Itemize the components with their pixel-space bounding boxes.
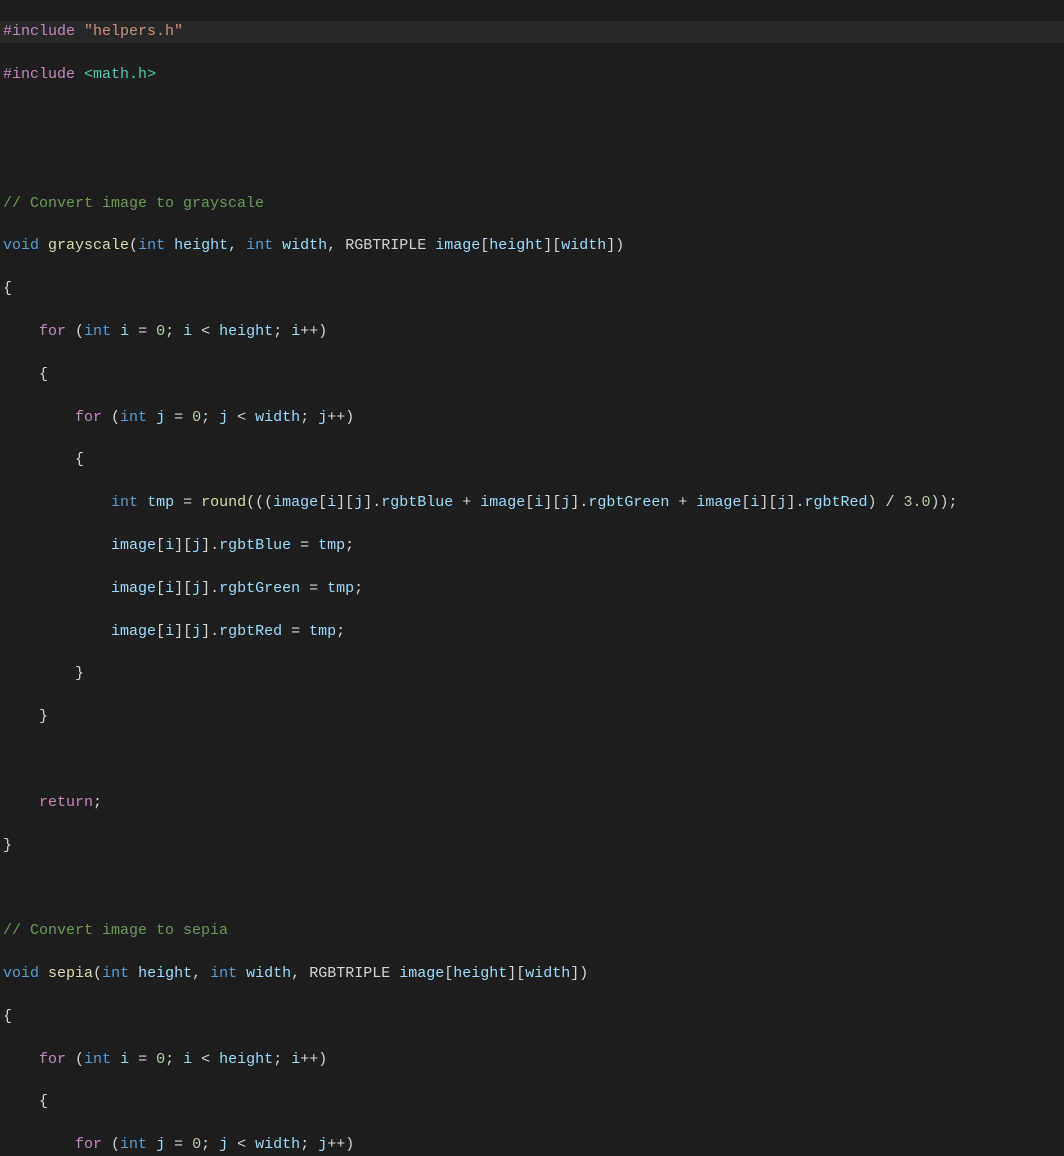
code-line[interactable]: #include <math.h>	[0, 64, 1064, 85]
code-line[interactable]: {	[0, 449, 1064, 470]
code-line[interactable]	[0, 107, 1064, 128]
lib-name: math.h	[93, 66, 147, 83]
keyword-include: #include	[3, 66, 75, 83]
code-line[interactable]: return;	[0, 792, 1064, 813]
string-literal: "helpers.h"	[84, 23, 183, 40]
code-line[interactable]: for (int j = 0; j < width; j++)	[0, 407, 1064, 428]
code-line[interactable]: for (int i = 0; i < height; i++)	[0, 321, 1064, 342]
type-void: void	[3, 237, 39, 254]
comment: // Convert image to grayscale	[3, 195, 264, 212]
code-line[interactable]: void grayscale(int height, int width, RG…	[0, 235, 1064, 256]
comment: // Convert image to sepia	[3, 922, 228, 939]
code-line[interactable]: {	[0, 1091, 1064, 1112]
code-editor[interactable]: #include "helpers.h" #include <math.h> /…	[0, 0, 1064, 1156]
code-line[interactable]: }	[0, 663, 1064, 684]
code-line[interactable]: for (int i = 0; i < height; i++)	[0, 1049, 1064, 1070]
code-line[interactable]	[0, 150, 1064, 171]
code-line[interactable]: {	[0, 364, 1064, 385]
code-line[interactable]: image[i][j].rgbtRed = tmp;	[0, 621, 1064, 642]
code-line[interactable]: image[i][j].rgbtBlue = tmp;	[0, 535, 1064, 556]
code-line[interactable]: }	[0, 706, 1064, 727]
code-line[interactable]: }	[0, 835, 1064, 856]
code-line[interactable]: {	[0, 278, 1064, 299]
angle-bracket: <	[84, 66, 93, 83]
code-line[interactable]: for (int j = 0; j < width; j++)	[0, 1134, 1064, 1155]
function-name: sepia	[48, 965, 93, 982]
code-line[interactable]: // Convert image to sepia	[0, 920, 1064, 941]
angle-bracket: >	[147, 66, 156, 83]
code-line[interactable]: image[i][j].rgbtGreen = tmp;	[0, 578, 1064, 599]
code-line[interactable]: {	[0, 1006, 1064, 1027]
code-line[interactable]: int tmp = round(((image[i][j].rgbtBlue +…	[0, 492, 1064, 513]
code-line[interactable]	[0, 749, 1064, 770]
function-name: grayscale	[48, 237, 129, 254]
code-line[interactable]: // Convert image to grayscale	[0, 193, 1064, 214]
code-line[interactable]: void sepia(int height, int width, RGBTRI…	[0, 963, 1064, 984]
keyword-include: #include	[3, 23, 75, 40]
code-line[interactable]	[0, 877, 1064, 898]
code-line[interactable]: #include "helpers.h"	[0, 21, 1064, 42]
